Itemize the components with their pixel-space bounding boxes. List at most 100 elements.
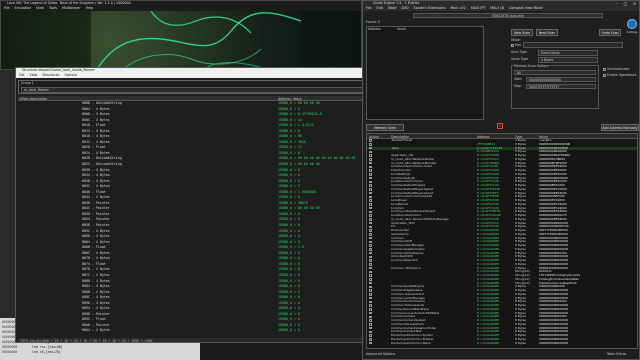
ce-maximize-button[interactable]: □ xyxy=(621,1,630,6)
active-checkbox[interactable] xyxy=(369,274,372,277)
table-column-header[interactable]: Type xyxy=(515,135,522,139)
active-checkbox[interactable] xyxy=(369,308,372,311)
structure-menu-item[interactable]: Options xyxy=(64,73,77,78)
advanced-options-link[interactable]: Advanced Options xyxy=(366,352,395,356)
active-checkbox[interactable] xyxy=(369,165,372,169)
address-table-row[interactable]: PointerInputCommon-Stack P->1C2A4A0E0 8 By… xyxy=(367,342,637,346)
start-input[interactable]: 0000000000000000 xyxy=(526,77,596,82)
offset-column-header[interactable]: Offset-description xyxy=(19,97,47,101)
address-column-header[interactable]: Address: Value xyxy=(278,97,302,101)
address-field[interactable]: m_local_Pointer xyxy=(21,87,411,93)
active-checkbox[interactable] xyxy=(369,270,372,274)
active-checkbox[interactable] xyxy=(369,150,372,154)
value-type-select[interactable]: 4 Bytes xyxy=(538,57,598,63)
active-checkbox[interactable] xyxy=(369,225,372,229)
active-checkbox[interactable] xyxy=(369,161,372,165)
ce-menu-item[interactable]: D3D xyxy=(401,6,408,11)
active-checkbox[interactable] xyxy=(369,233,372,236)
active-checkbox[interactable] xyxy=(369,266,372,270)
active-checkbox[interactable] xyxy=(369,169,372,172)
speedhack-checkbox[interactable]: Enable Speedhack xyxy=(603,73,636,77)
active-checkbox[interactable] xyxy=(369,240,372,244)
active-checkbox[interactable] xyxy=(369,255,372,259)
next-scan-button[interactable]: Next Scan xyxy=(536,29,558,36)
ce-menu-item[interactable]: File xyxy=(366,6,372,11)
value-input[interactable] xyxy=(523,42,623,48)
active-checkbox[interactable] xyxy=(369,210,372,214)
active-checkbox[interactable] xyxy=(369,319,372,322)
active-checkbox[interactable] xyxy=(369,146,372,150)
active-checkbox[interactable] xyxy=(369,334,372,337)
active-checkbox[interactable] xyxy=(369,289,372,292)
ce-close-button[interactable]: ✕ xyxy=(630,1,639,6)
active-checkbox[interactable] xyxy=(369,330,372,334)
active-checkbox[interactable] xyxy=(369,304,372,307)
active-checkbox[interactable] xyxy=(369,263,372,266)
active-checkbox[interactable] xyxy=(369,326,372,330)
active-checkbox[interactable] xyxy=(369,300,372,304)
active-checkbox[interactable] xyxy=(369,248,372,251)
ce-menu-item[interactable]: Compact View Mode xyxy=(509,6,543,11)
table-column-header[interactable]: Description xyxy=(391,135,409,139)
structure-menu-item[interactable]: View xyxy=(30,73,38,78)
ce-menu-item[interactable]: Spade's Extensions xyxy=(414,6,446,11)
stop-input[interactable]: 00007FFFFFFFFFFF xyxy=(526,84,596,89)
active-checkbox[interactable] xyxy=(369,214,372,217)
structure-menu-item[interactable]: File xyxy=(19,73,25,78)
address-table[interactable]: Active Description Address Type Value -Point… xyxy=(366,133,638,349)
active-checkbox[interactable] xyxy=(369,323,372,326)
ce-minimize-button[interactable]: – xyxy=(612,1,621,6)
active-checkbox[interactable] xyxy=(369,199,372,202)
table-column-header[interactable]: Address xyxy=(477,135,490,139)
active-checkbox[interactable] xyxy=(369,285,372,289)
ce-logo[interactable]: Settings xyxy=(625,19,639,39)
new-scan-button[interactable]: New Scan xyxy=(511,29,533,36)
game-viewport[interactable] xyxy=(1,11,361,69)
active-checkbox[interactable] xyxy=(369,221,372,225)
active-checkbox[interactable] xyxy=(369,259,372,262)
active-checkbox[interactable] xyxy=(369,236,372,240)
found-list[interactable]: Address Value xyxy=(366,26,484,120)
undo-scan-button[interactable]: Undo Scan xyxy=(599,29,621,36)
active-checkbox[interactable] xyxy=(369,173,372,176)
table-extras-link[interactable]: Table Extras xyxy=(607,352,626,356)
active-checkbox[interactable] xyxy=(369,143,372,146)
active-checkbox[interactable] xyxy=(369,251,372,255)
scan-type-select[interactable]: Exact Value xyxy=(538,50,598,56)
process-bar[interactable]: 00002478-yuzu.exe xyxy=(413,13,603,18)
active-checkbox[interactable] xyxy=(369,315,372,319)
unrandomizer-checkbox[interactable]: Unrandomizer xyxy=(603,67,630,71)
ce-menu-item[interactable]: MAUI IPT xyxy=(471,6,486,11)
active-checkbox[interactable] xyxy=(369,341,372,345)
active-checkbox[interactable] xyxy=(369,244,372,247)
found-value-header[interactable]: Value xyxy=(397,27,406,31)
active-checkbox[interactable] xyxy=(369,218,372,221)
active-checkbox[interactable] xyxy=(369,158,372,161)
memory-view-button[interactable]: Memory View xyxy=(366,124,404,131)
active-checkbox[interactable] xyxy=(369,195,372,199)
active-checkbox[interactable] xyxy=(369,278,372,281)
active-checkbox[interactable] xyxy=(369,206,372,210)
active-checkbox[interactable] xyxy=(369,184,372,187)
ce-menu-item[interactable]: Table xyxy=(388,6,397,11)
ce-menu-item[interactable]: MAUI LB xyxy=(490,6,504,11)
active-checkbox[interactable] xyxy=(369,338,372,341)
active-checkbox[interactable] xyxy=(369,154,372,157)
delete-icon[interactable]: ✕ xyxy=(497,123,503,129)
active-checkbox[interactable] xyxy=(369,188,372,191)
ce-menu-item[interactable]: Mod: v52 xyxy=(451,6,466,11)
structure-menu-item[interactable]: Structures xyxy=(42,73,59,78)
active-checkbox[interactable] xyxy=(369,191,372,195)
active-checkbox[interactable] xyxy=(369,293,372,296)
active-checkbox[interactable] xyxy=(369,139,372,142)
hex-checkbox[interactable]: Hex xyxy=(511,43,521,47)
found-address-header[interactable]: Address xyxy=(368,27,381,31)
table-column-header[interactable]: Value xyxy=(539,135,548,139)
active-checkbox[interactable] xyxy=(369,180,372,184)
add-address-manually-button[interactable]: Add Address Manually xyxy=(601,124,639,131)
ce-menu-item[interactable]: Edit xyxy=(377,6,383,11)
active-checkbox[interactable] xyxy=(369,229,372,232)
active-checkbox[interactable] xyxy=(369,203,372,206)
table-column-header[interactable]: Active xyxy=(369,135,379,139)
active-checkbox[interactable] xyxy=(369,311,372,315)
